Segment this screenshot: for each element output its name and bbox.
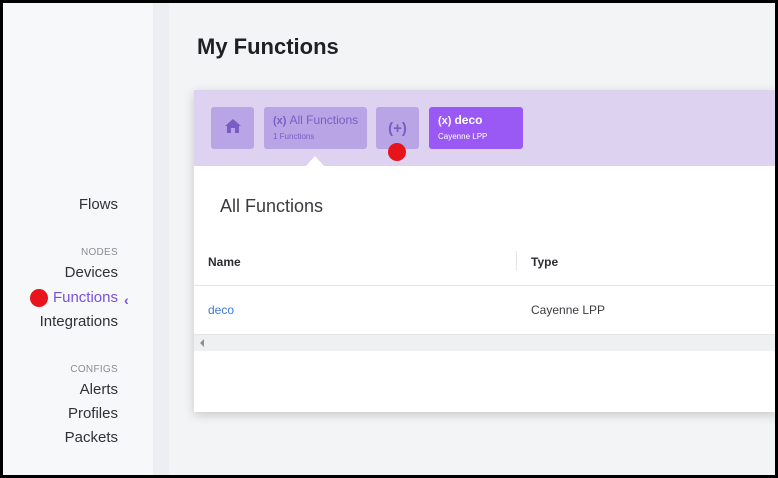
sidebar-item-functions[interactable]: Functions (53, 289, 118, 306)
sidebar-item-devices[interactable]: Devices (65, 264, 118, 281)
all-functions-count: 1 Functions (273, 132, 315, 141)
function-icon: (x) (438, 115, 452, 127)
function-icon: (x) (273, 115, 287, 127)
all-functions-button[interactable]: (x) All Functions 1 Functions (264, 107, 367, 149)
table-row: deco Cayenne LPP (194, 286, 778, 334)
add-function-icon: (+) (388, 119, 407, 137)
function-deco-button[interactable]: (x) deco Cayenne LPP (429, 107, 523, 149)
column-header-name[interactable]: Name (208, 255, 241, 269)
sidebar-item-flows[interactable]: Flows (79, 196, 118, 213)
functions-card: (x) All Functions 1 Functions (+) (x) deco… (194, 90, 778, 412)
sidebar-item-packets[interactable]: Packets (65, 429, 118, 446)
horizontal-scrollbar[interactable] (194, 334, 778, 351)
sidebar-item-profiles[interactable]: Profiles (68, 405, 118, 422)
section-title: All Functions (220, 196, 324, 216)
table-header: Name Type (194, 238, 778, 286)
sidebar-item-alerts[interactable]: Alerts (80, 381, 118, 398)
page-title: My Functions (197, 34, 339, 59)
marker-dot (388, 143, 406, 161)
marker-dot (30, 289, 48, 307)
home-button[interactable] (211, 107, 254, 149)
column-header-type[interactable]: Type (531, 255, 558, 269)
sidebar-section-configs: CONFIGS (70, 364, 118, 375)
column-divider[interactable] (516, 251, 517, 271)
deco-type: Cayenne LPP (438, 132, 488, 141)
scroll-left-icon[interactable] (200, 339, 204, 347)
deco-label: deco (454, 113, 483, 127)
sidebar-divider (153, 0, 169, 478)
function-type: Cayenne LPP (531, 303, 606, 317)
home-icon (224, 118, 242, 139)
chevron-left-icon: ‹ (124, 292, 129, 308)
functions-toolbar: (x) All Functions 1 Functions (+) (x) deco… (194, 90, 778, 166)
sidebar-section-nodes: NODES (80, 247, 118, 258)
sidebar-item-integrations[interactable]: Integrations (40, 313, 118, 330)
function-name-link[interactable]: deco (208, 303, 234, 317)
all-functions-label: All Functions (289, 113, 359, 127)
selection-pointer (306, 156, 324, 166)
